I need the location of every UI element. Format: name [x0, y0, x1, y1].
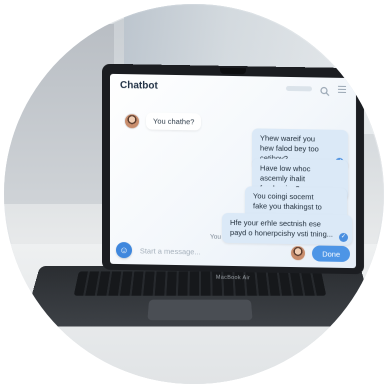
outgoing-message: Hfe your erhle sectnish ese payd o honer… — [222, 212, 352, 246]
message-text: Hfe your erhle sectnish ese payd o honer… — [230, 217, 333, 239]
chatbot-icon[interactable]: ☺ — [116, 241, 132, 259]
scene: Chatbot You chathe? Yhew wareif you hew … — [0, 0, 388, 388]
search-icon[interactable] — [320, 84, 330, 97]
message-bubble: You chathe? — [146, 112, 202, 131]
incoming-message: You chathe? — [124, 112, 202, 131]
avatar — [124, 112, 140, 129]
avatar — [290, 245, 307, 262]
app-title: Chatbot — [120, 80, 158, 92]
message-input[interactable] — [137, 242, 281, 261]
sender-label: You — [210, 233, 221, 241]
laptop-lid: Chatbot You chathe? Yhew wareif you hew … — [102, 63, 364, 281]
chat-window: Chatbot You chathe? Yhew wareif you hew … — [110, 73, 356, 269]
header-tab[interactable] — [286, 85, 312, 91]
photo: Chatbot You chathe? Yhew wareif you hew … — [4, 4, 384, 384]
camera-notch — [220, 67, 246, 75]
check-icon: ✓ — [339, 232, 348, 243]
trackpad — [147, 299, 253, 321]
app-header: Chatbot — [110, 74, 356, 100]
send-button[interactable]: Done — [312, 245, 351, 263]
background-wall — [4, 24, 114, 204]
composer: ☺ Done — [116, 240, 351, 264]
menu-icon[interactable] — [338, 84, 348, 94]
header-actions — [286, 83, 348, 97]
